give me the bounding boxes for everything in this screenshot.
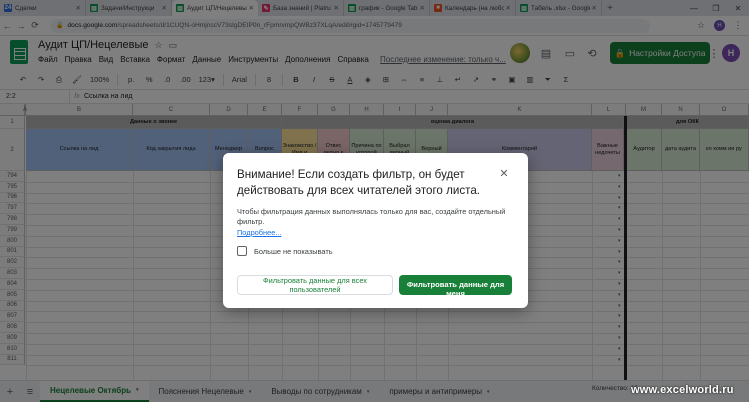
filter-warning-dialog: Внимание! Если создать фильтр, он будет … bbox=[223, 153, 528, 308]
checkbox-label: Больше не показывать bbox=[254, 246, 333, 256]
watermark: www.excelworld.ru bbox=[631, 384, 734, 396]
dont-show-again-checkbox[interactable]: Больше не показывать bbox=[237, 246, 333, 256]
filter-for-me-button[interactable]: Фильтровать данные для меня bbox=[399, 275, 512, 295]
dialog-body: Чтобы фильтрация данных выполнялась толь… bbox=[237, 207, 506, 226]
dialog-title: Внимание! Если создать фильтр, он будет … bbox=[237, 168, 480, 197]
filter-for-everyone-button[interactable]: Фильтровать данные для всех пользователе… bbox=[237, 275, 393, 295]
close-icon[interactable]: ✕ bbox=[498, 167, 510, 180]
checkbox-box[interactable] bbox=[237, 246, 247, 256]
learn-more-link[interactable]: Подробнее... bbox=[237, 228, 282, 237]
